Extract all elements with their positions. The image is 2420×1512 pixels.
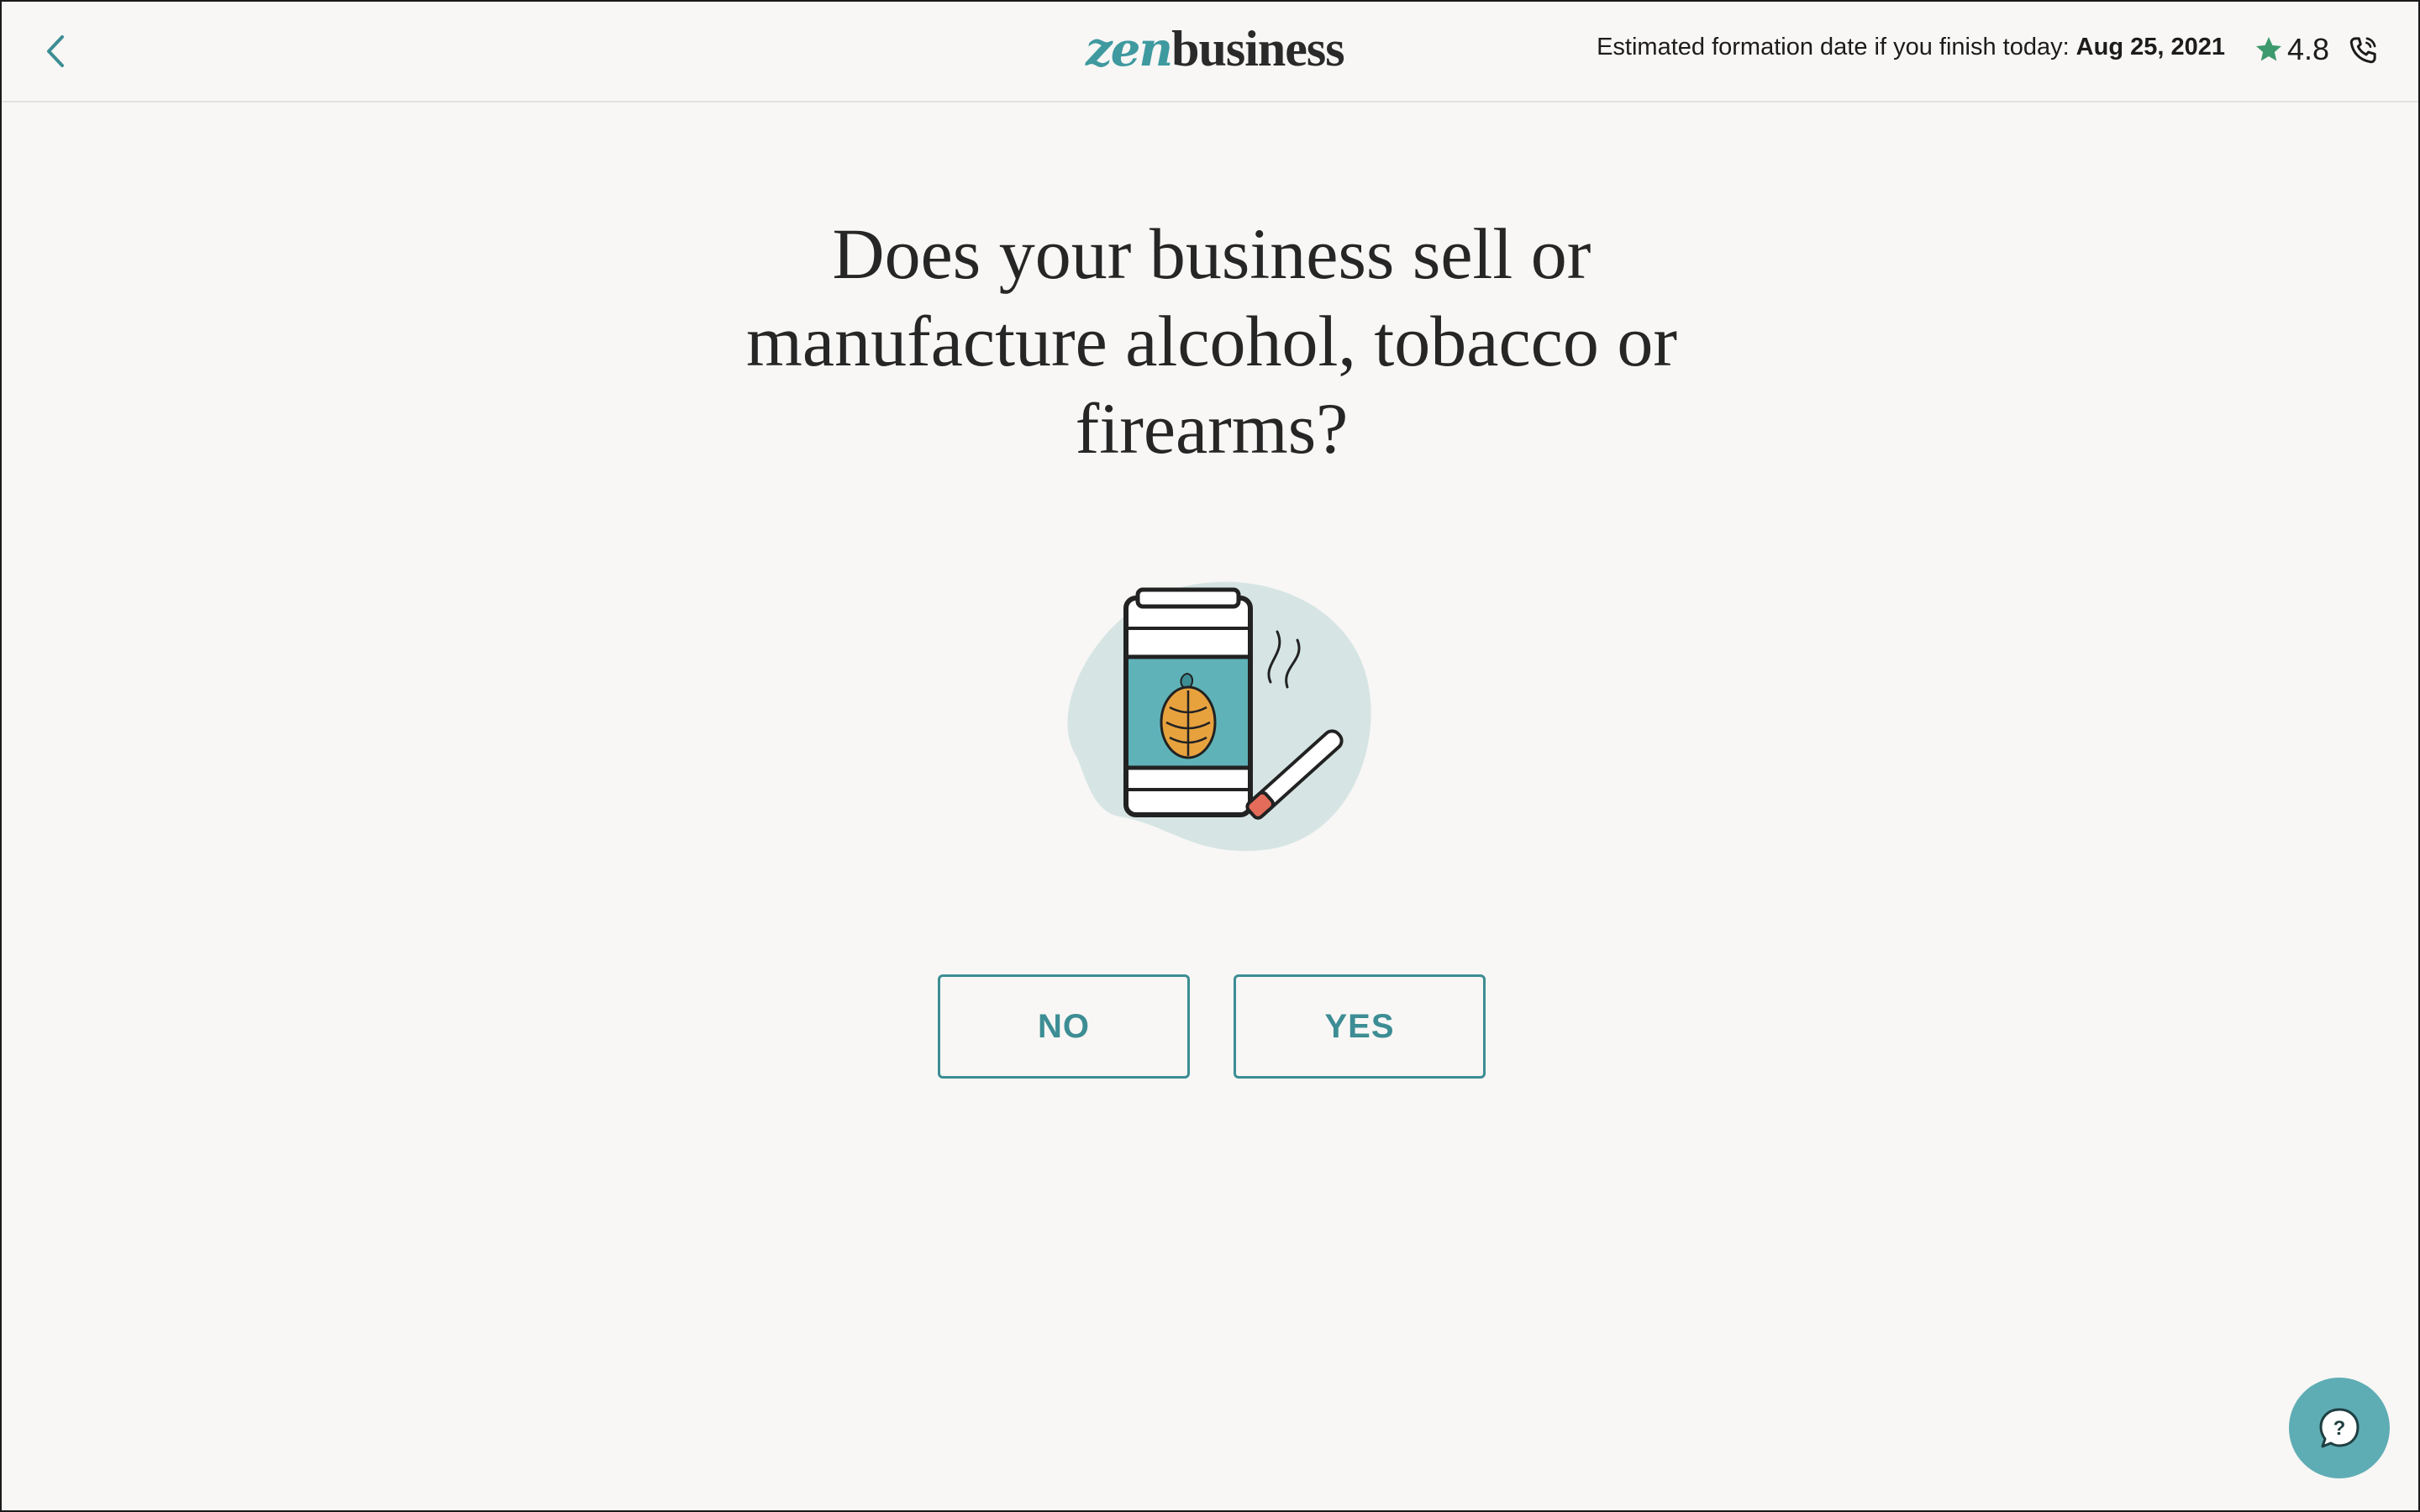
- phone-icon: [2349, 37, 2376, 64]
- zenbusiness-logo[interactable]: zen business: [1086, 20, 1345, 79]
- formation-estimate: Estimated formation date if you finish t…: [1597, 34, 2225, 61]
- question-line: Does your business sell or: [832, 213, 1591, 294]
- star-icon: [2256, 37, 2281, 61]
- question-line: manufacture alcohol, tobacco or: [746, 301, 1677, 381]
- beer-can-icon: [1123, 587, 1253, 817]
- no-button[interactable]: NO: [938, 974, 1190, 1079]
- yes-button[interactable]: YES: [1234, 974, 1486, 1079]
- rating: 4.8: [2254, 29, 2329, 71]
- help-chat-icon: ?: [2319, 1408, 2360, 1448]
- logo-zen-text: zen: [1086, 22, 1173, 77]
- logo-business-text: business: [1171, 21, 1344, 76]
- formation-estimate-date: Aug 25, 2021: [2075, 34, 2225, 60]
- back-button[interactable]: [40, 32, 74, 71]
- alcohol-tobacco-illustration: [1010, 573, 1413, 858]
- rating-value: 4.8: [2287, 32, 2330, 66]
- help-chat-button[interactable]: ?: [2289, 1378, 2390, 1478]
- formation-estimate-label: Estimated formation date if you finish t…: [1597, 34, 2070, 60]
- question-heading: Does your business sell or manufacture a…: [708, 210, 1716, 472]
- app-frame: zen business Estimated formation date if …: [0, 0, 2420, 1512]
- top-header: zen business Estimated formation date if …: [2, 2, 2418, 102]
- chevron-left-icon: [47, 35, 64, 67]
- svg-text:?: ?: [2333, 1417, 2346, 1440]
- question-line: firearms?: [1075, 388, 1349, 469]
- phone-button[interactable]: [2346, 34, 2380, 67]
